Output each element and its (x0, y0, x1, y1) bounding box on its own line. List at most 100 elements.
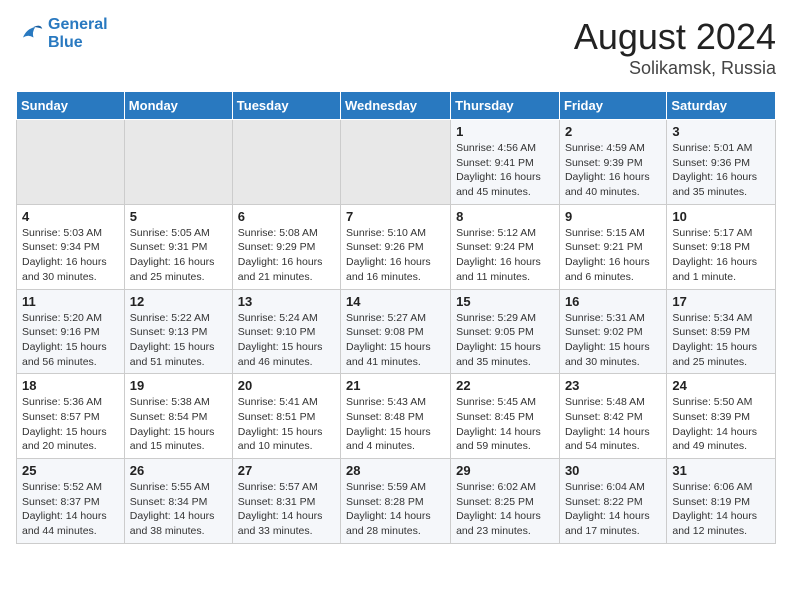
day-number: 1 (456, 124, 554, 139)
day-info: Sunrise: 5:20 AM Sunset: 9:16 PM Dayligh… (22, 311, 119, 370)
calendar-week-row: 18Sunrise: 5:36 AM Sunset: 8:57 PM Dayli… (17, 374, 776, 459)
day-number: 3 (672, 124, 770, 139)
calendar-cell: 4 Sunrise: 5:03 AM Sunset: 9:34 PM Daylig… (17, 204, 125, 289)
day-info: Sunrise: 5:59 AM Sunset: 8:28 PM Dayligh… (346, 480, 445, 539)
calendar-cell: 15 Sunrise: 5:29 AM Sunset: 9:05 PM Dayli… (451, 289, 560, 374)
day-info: Sunrise: 5:22 AM Sunset: 9:13 PM Dayligh… (130, 311, 227, 370)
logo-text-line2: Blue (48, 34, 108, 52)
calendar-cell: 25Sunrise: 5:52 AM Sunset: 8:37 PM Dayli… (17, 459, 125, 544)
calendar-cell: 13 Sunrise: 5:24 AM Sunset: 9:10 PM Dayli… (232, 289, 340, 374)
day-info: Sunrise: 5:15 AM Sunset: 9:21 PM Dayligh… (565, 226, 661, 285)
day-number: 15 (456, 294, 554, 309)
day-number: 19 (130, 378, 227, 393)
calendar-cell (232, 120, 340, 205)
calendar-cell: 6 Sunrise: 5:08 AM Sunset: 9:29 PM Daylig… (232, 204, 340, 289)
day-number: 26 (130, 463, 227, 478)
day-number: 29 (456, 463, 554, 478)
day-info: Sunrise: 5:38 AM Sunset: 8:54 PM Dayligh… (130, 395, 227, 454)
day-info: Sunrise: 5:41 AM Sunset: 8:51 PM Dayligh… (238, 395, 335, 454)
day-info: Sunrise: 4:56 AM Sunset: 9:41 PM Dayligh… (456, 141, 554, 200)
day-number: 11 (22, 294, 119, 309)
calendar-cell: 29 Sunrise: 6:02 AM Sunset: 8:25 PM Dayli… (451, 459, 560, 544)
day-info: Sunrise: 5:57 AM Sunset: 8:31 PM Dayligh… (238, 480, 335, 539)
calendar-cell: 5 Sunrise: 5:05 AM Sunset: 9:31 PM Daylig… (124, 204, 232, 289)
day-info: Sunrise: 6:06 AM Sunset: 8:19 PM Dayligh… (672, 480, 770, 539)
calendar-cell: 28 Sunrise: 5:59 AM Sunset: 8:28 PM Dayli… (341, 459, 451, 544)
weekday-header-sunday: Sunday (17, 92, 125, 120)
calendar-cell: 27Sunrise: 5:57 AM Sunset: 8:31 PM Dayli… (232, 459, 340, 544)
calendar-cell: 7 Sunrise: 5:10 AM Sunset: 9:26 PM Daylig… (341, 204, 451, 289)
weekday-header-saturday: Saturday (667, 92, 776, 120)
day-number: 25 (22, 463, 119, 478)
logo-text-line1: General (48, 16, 108, 34)
calendar-cell: 22 Sunrise: 5:45 AM Sunset: 8:45 PM Dayli… (451, 374, 560, 459)
day-number: 21 (346, 378, 445, 393)
calendar-cell: 18Sunrise: 5:36 AM Sunset: 8:57 PM Dayli… (17, 374, 125, 459)
calendar-cell: 26 Sunrise: 5:55 AM Sunset: 8:34 PM Dayli… (124, 459, 232, 544)
calendar-cell: 3 Sunrise: 5:01 AM Sunset: 9:36 PM Daylig… (667, 120, 776, 205)
day-info: Sunrise: 5:34 AM Sunset: 8:59 PM Dayligh… (672, 311, 770, 370)
day-number: 6 (238, 209, 335, 224)
calendar-cell: 17 Sunrise: 5:34 AM Sunset: 8:59 PM Dayli… (667, 289, 776, 374)
calendar-cell: 9Sunrise: 5:15 AM Sunset: 9:21 PM Daylig… (559, 204, 666, 289)
day-info: Sunrise: 5:48 AM Sunset: 8:42 PM Dayligh… (565, 395, 661, 454)
day-info: Sunrise: 6:04 AM Sunset: 8:22 PM Dayligh… (565, 480, 661, 539)
day-number: 23 (565, 378, 661, 393)
day-number: 5 (130, 209, 227, 224)
calendar-week-row: 11 Sunrise: 5:20 AM Sunset: 9:16 PM Dayli… (17, 289, 776, 374)
day-info: Sunrise: 5:17 AM Sunset: 9:18 PM Dayligh… (672, 226, 770, 285)
calendar-cell: 16Sunrise: 5:31 AM Sunset: 9:02 PM Dayli… (559, 289, 666, 374)
day-number: 14 (346, 294, 445, 309)
weekday-header-wednesday: Wednesday (341, 92, 451, 120)
day-info: Sunrise: 5:05 AM Sunset: 9:31 PM Dayligh… (130, 226, 227, 285)
calendar-cell: 24Sunrise: 5:50 AM Sunset: 8:39 PM Dayli… (667, 374, 776, 459)
calendar-title: August 2024 (574, 16, 776, 58)
calendar-title-block: August 2024 Solikamsk, Russia (574, 16, 776, 79)
day-number: 4 (22, 209, 119, 224)
day-number: 7 (346, 209, 445, 224)
day-info: Sunrise: 6:02 AM Sunset: 8:25 PM Dayligh… (456, 480, 554, 539)
calendar-cell: 31 Sunrise: 6:06 AM Sunset: 8:19 PM Dayli… (667, 459, 776, 544)
calendar-cell: 10 Sunrise: 5:17 AM Sunset: 9:18 PM Dayli… (667, 204, 776, 289)
calendar-cell (17, 120, 125, 205)
calendar-cell: 23 Sunrise: 5:48 AM Sunset: 8:42 PM Dayli… (559, 374, 666, 459)
weekday-header-row: SundayMondayTuesdayWednesdayThursdayFrid… (17, 92, 776, 120)
day-number: 30 (565, 463, 661, 478)
day-info: Sunrise: 5:29 AM Sunset: 9:05 PM Dayligh… (456, 311, 554, 370)
calendar-week-row: 1 Sunrise: 4:56 AM Sunset: 9:41 PM Daylig… (17, 120, 776, 205)
day-info: Sunrise: 5:10 AM Sunset: 9:26 PM Dayligh… (346, 226, 445, 285)
calendar-cell: 30 Sunrise: 6:04 AM Sunset: 8:22 PM Dayli… (559, 459, 666, 544)
calendar-cell (124, 120, 232, 205)
calendar-cell: 11 Sunrise: 5:20 AM Sunset: 9:16 PM Dayli… (17, 289, 125, 374)
day-info: Sunrise: 5:24 AM Sunset: 9:10 PM Dayligh… (238, 311, 335, 370)
day-info: Sunrise: 5:01 AM Sunset: 9:36 PM Dayligh… (672, 141, 770, 200)
calendar-cell: 19 Sunrise: 5:38 AM Sunset: 8:54 PM Dayli… (124, 374, 232, 459)
day-number: 13 (238, 294, 335, 309)
calendar-subtitle: Solikamsk, Russia (574, 58, 776, 79)
calendar-cell: 12Sunrise: 5:22 AM Sunset: 9:13 PM Dayli… (124, 289, 232, 374)
day-number: 17 (672, 294, 770, 309)
logo: General Blue (16, 16, 108, 51)
day-info: Sunrise: 5:45 AM Sunset: 8:45 PM Dayligh… (456, 395, 554, 454)
day-number: 28 (346, 463, 445, 478)
day-number: 20 (238, 378, 335, 393)
day-number: 22 (456, 378, 554, 393)
day-info: Sunrise: 5:12 AM Sunset: 9:24 PM Dayligh… (456, 226, 554, 285)
weekday-header-tuesday: Tuesday (232, 92, 340, 120)
day-info: Sunrise: 5:03 AM Sunset: 9:34 PM Dayligh… (22, 226, 119, 285)
calendar-cell: 8Sunrise: 5:12 AM Sunset: 9:24 PM Daylig… (451, 204, 560, 289)
day-number: 31 (672, 463, 770, 478)
calendar-cell: 20 Sunrise: 5:41 AM Sunset: 8:51 PM Dayli… (232, 374, 340, 459)
day-info: Sunrise: 5:08 AM Sunset: 9:29 PM Dayligh… (238, 226, 335, 285)
page-header: General Blue August 2024 Solikamsk, Russ… (16, 16, 776, 79)
weekday-header-monday: Monday (124, 92, 232, 120)
calendar-cell (341, 120, 451, 205)
day-number: 16 (565, 294, 661, 309)
day-number: 24 (672, 378, 770, 393)
day-number: 10 (672, 209, 770, 224)
calendar-week-row: 25Sunrise: 5:52 AM Sunset: 8:37 PM Dayli… (17, 459, 776, 544)
calendar-cell: 1 Sunrise: 4:56 AM Sunset: 9:41 PM Daylig… (451, 120, 560, 205)
day-number: 18 (22, 378, 119, 393)
calendar-table: SundayMondayTuesdayWednesdayThursdayFrid… (16, 91, 776, 544)
day-info: Sunrise: 5:55 AM Sunset: 8:34 PM Dayligh… (130, 480, 227, 539)
